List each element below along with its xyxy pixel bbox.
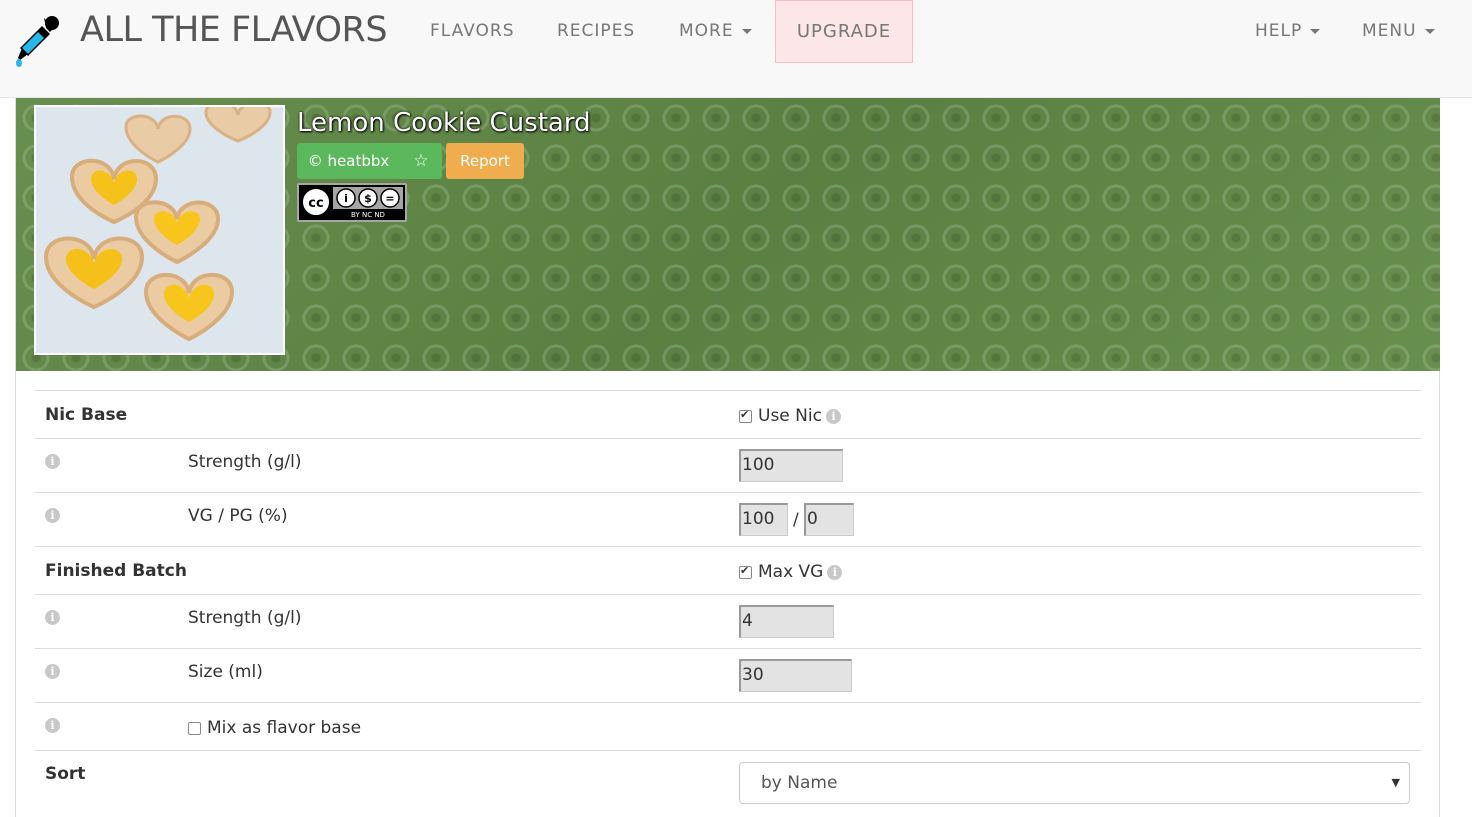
info-icon[interactable]: i [45, 664, 60, 679]
info-icon[interactable]: i [827, 564, 843, 580]
nav-help-label: HELP [1255, 21, 1303, 41]
finished-batch-row: Finished Batch Max VGi [35, 546, 1421, 594]
nic-vg-input[interactable]: 100 [739, 503, 788, 536]
info-icon[interactable]: i [825, 408, 841, 424]
use-nic-checkbox[interactable] [739, 408, 752, 423]
use-nic-label: Use Nic [758, 406, 822, 426]
top-navbar: ALL THE FLAVORS FLAVORS RECIPES MORE UPG… [0, 0, 1472, 98]
nav-upgrade-label: UPGRADE [796, 21, 892, 42]
max-vg-checkbox[interactable] [739, 564, 752, 579]
recipe-title: Lemon Cookie Custard [297, 108, 591, 138]
sort-selected-value: by Name [761, 773, 838, 793]
batch-strength-row: i Strength (g/l) 4 [35, 594, 1421, 648]
batch-size-row: i Size (ml) 30 [35, 648, 1421, 702]
use-nic-toggle[interactable]: Use Nici [739, 406, 841, 426]
nic-base-row: Nic Base Use Nici [35, 390, 1421, 438]
star-icon: ☆ [413, 151, 429, 171]
vgpg-separator: / [793, 510, 799, 530]
nav-help-dropdown[interactable]: HELP [1255, 20, 1321, 42]
max-vg-label: Max VG [758, 562, 824, 582]
dropper-logo-icon[interactable] [14, 14, 62, 68]
brand-title[interactable]: ALL THE FLAVORS [80, 10, 388, 50]
batch-size-input[interactable]: 30 [739, 659, 852, 692]
nav-menu-label: MENU [1362, 21, 1417, 41]
recipe-banner: Lemon Cookie Custard © heatbbx ☆ Report … [16, 98, 1440, 371]
nav-recipes[interactable]: RECIPES [557, 20, 635, 42]
flavor-base-label: Mix as flavor base [207, 718, 362, 738]
dropdown-arrow-icon: ▼ [1391, 776, 1400, 789]
finished-batch-label: Finished Batch [45, 561, 187, 581]
svg-text:i: i [344, 192, 348, 205]
nic-strength-row: i Strength (g/l) 100 [35, 438, 1421, 492]
nic-strength-input[interactable]: 100 [739, 449, 843, 482]
nav-flavors[interactable]: FLAVORS [430, 20, 515, 42]
info-icon[interactable]: i [45, 718, 60, 733]
nav-menu-dropdown[interactable]: MENU [1362, 20, 1435, 42]
svg-text:=: = [385, 192, 394, 205]
author-button[interactable]: © heatbbx [297, 143, 401, 179]
nic-strength-label: Strength (g/l) [188, 452, 302, 472]
caret-down-icon [741, 28, 752, 34]
flavor-base-row: i Mix as flavor base [35, 702, 1421, 750]
nic-base-label: Nic Base [45, 405, 128, 425]
batch-strength-input[interactable]: 4 [739, 605, 834, 638]
nav-more-dropdown[interactable]: MORE [679, 20, 752, 42]
nic-vgpg-label: VG / PG (%) [188, 506, 288, 526]
favorite-button[interactable]: ☆ [400, 143, 442, 179]
caret-down-icon [1310, 28, 1321, 34]
nic-vgpg-row: i VG / PG (%) 100 / 0 [35, 492, 1421, 546]
cc-badge-text: BY NC ND [351, 211, 385, 219]
nav-upgrade[interactable]: UPGRADE [775, 0, 913, 63]
max-vg-toggle[interactable]: Max VGi [739, 562, 843, 582]
sort-row: Sort by Name ▼ [35, 750, 1421, 817]
nic-pg-input[interactable]: 0 [804, 503, 854, 536]
info-icon[interactable]: i [45, 454, 60, 469]
info-icon[interactable]: i [45, 508, 60, 523]
caret-down-icon [1424, 28, 1435, 34]
svg-text:cc: cc [308, 196, 323, 211]
sort-label: Sort [45, 764, 86, 784]
sort-select[interactable]: by Name ▼ [739, 762, 1410, 804]
flavor-base-checkbox[interactable] [188, 721, 201, 735]
cc-license-badge[interactable]: cc i $ = BY NC ND [297, 183, 407, 222]
recipe-image[interactable] [34, 105, 285, 355]
svg-text:$: $ [364, 192, 372, 205]
report-button[interactable]: Report [446, 143, 524, 179]
nav-more-label: MORE [679, 21, 734, 41]
info-icon[interactable]: i [45, 610, 60, 625]
flavor-base-toggle[interactable]: Mix as flavor base [188, 718, 361, 738]
batch-strength-label: Strength (g/l) [188, 608, 302, 628]
recipe-container: Lemon Cookie Custard © heatbbx ☆ Report … [15, 98, 1440, 817]
batch-size-label: Size (ml) [188, 662, 263, 682]
